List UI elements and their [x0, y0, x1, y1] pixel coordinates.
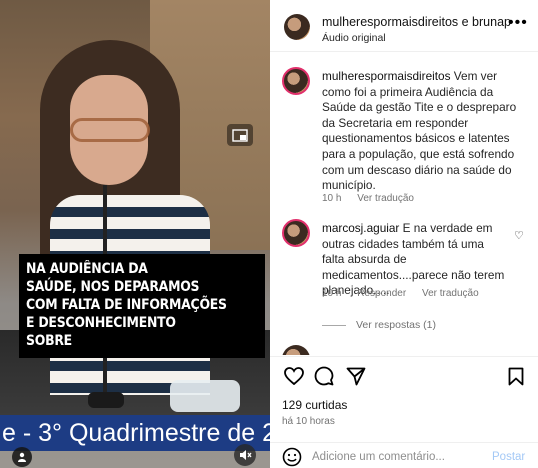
post-actions: 129 curtidas há 10 horas Postar [270, 356, 538, 468]
caption-line: E DESCONHECIMENTO [26, 315, 176, 331]
post-header: mulherespormaisdireitos e brunap Áudio o… [270, 0, 538, 52]
caption-line: SAÚDE, NOS DEPARAMOS [26, 279, 200, 295]
more-horizontal-icon[interactable]: ••• [508, 14, 528, 32]
author-username[interactable]: mulherespormaisdireitos e brunap [322, 15, 511, 29]
share-icon[interactable] [344, 364, 368, 388]
reel-video[interactable]: NA AUDIÊNCIA DA SAÚDE, NOS DEPARAMOS COM… [0, 0, 270, 468]
water-cups [170, 380, 240, 412]
audio-label[interactable]: Áudio original [322, 32, 386, 44]
comment-meta: 10 h Responder Ver tradução [322, 288, 492, 299]
add-comment-bar: Postar [270, 442, 538, 468]
see-translation-link[interactable]: Ver tradução [422, 288, 479, 299]
like-count[interactable]: 129 curtidas [282, 398, 347, 412]
comment-input[interactable] [312, 448, 482, 466]
see-translation-link[interactable]: Ver tradução [357, 193, 414, 204]
picture-in-picture-icon[interactable] [227, 124, 253, 146]
like-comment-heart-icon[interactable]: ♡ [514, 229, 524, 242]
comment-meta: 10 h Ver tradução [322, 193, 427, 204]
comment-icon[interactable] [312, 364, 336, 388]
speaker-glasses [70, 118, 150, 142]
comment-time: 10 h [322, 288, 342, 299]
divider-line [322, 324, 346, 326]
caption-comment: mulherespormaisdireitos Vem ver como foi… [282, 67, 526, 217]
comments-list[interactable]: mulherespormaisdireitos Vem ver como foi… [270, 53, 538, 355]
author-avatar[interactable] [284, 14, 310, 40]
comment-time: 10 h [322, 193, 342, 204]
tagged-users-icon[interactable] [12, 447, 32, 467]
commenter-avatar[interactable] [282, 345, 310, 355]
session-banner: e - 3° Quadrimestre de 2 [0, 415, 270, 451]
view-replies-button[interactable]: Ver respostas (1) [322, 319, 436, 331]
commenter-avatar[interactable] [282, 219, 310, 247]
post-time[interactable]: há 10 horas [282, 416, 335, 427]
caption-line: SOBRE [26, 333, 72, 349]
heart-icon[interactable] [282, 364, 306, 388]
mute-icon[interactable] [234, 444, 256, 466]
post-comment-button[interactable]: Postar [492, 451, 525, 463]
caption-line: COM FALTA DE INFORMAÇÕES [26, 297, 227, 313]
microphone-base [88, 392, 124, 408]
bookmark-icon[interactable] [504, 364, 528, 388]
video-caption: NA AUDIÊNCIA DA SAÚDE, NOS DEPARAMOS COM… [19, 254, 265, 358]
commenter-avatar[interactable] [282, 67, 310, 95]
view-replies-label: Ver respostas (1) [356, 319, 436, 331]
comment-body: mulherespormaisdireitos Vem ver como foi… [322, 69, 522, 194]
commenter-username[interactable]: mulherespormaisdireitos [322, 69, 451, 83]
reply-link[interactable]: Responder [357, 288, 406, 299]
comment-text: Vem ver como foi a primeira Audiência da… [322, 69, 517, 193]
caption-line: NA AUDIÊNCIA DA [26, 261, 148, 277]
commenter-username[interactable]: marcosj.aguiar [322, 221, 399, 235]
post-sidebar: mulherespormaisdireitos e brunap Áudio o… [270, 0, 538, 468]
emoji-icon[interactable] [282, 447, 302, 467]
